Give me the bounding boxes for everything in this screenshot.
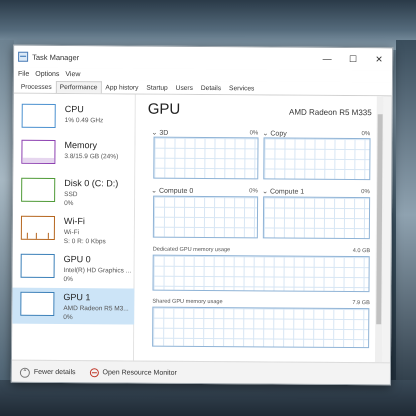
footer-bar: ⌃ Fewer details Open Resource Monitor xyxy=(11,359,392,386)
sidebar-item-disk[interactable]: Disk 0 (C: D:) SSD 0% xyxy=(13,174,135,211)
background-bottom xyxy=(0,380,416,416)
gpu-model-name: AMD Radeon R5 M335 xyxy=(288,107,372,118)
wifi-activity-spike xyxy=(35,232,37,239)
tab-details[interactable]: Details xyxy=(197,82,225,94)
engine-usage: 0% xyxy=(361,189,370,196)
sidebar-item-memory[interactable]: Memory 3.8/15.9 GB (24%) xyxy=(13,136,135,173)
chevron-up-icon[interactable]: ⌃ xyxy=(19,367,30,378)
graph-compute0 xyxy=(152,195,259,239)
shared-memory-max: 7.9 GB xyxy=(352,300,370,307)
sidebar-item-usage: 0% xyxy=(63,276,73,284)
task-manager-window: Task Manager — ☐ ✕ File Options View Pro… xyxy=(10,44,394,386)
sidebar-item-cpu[interactable]: CPU 1% 0.49 GHz xyxy=(14,100,136,137)
sidebar-item-detail: Intel(R) HD Graphics ... xyxy=(63,267,132,275)
tab-services[interactable]: Services xyxy=(225,82,258,94)
menu-file[interactable]: File xyxy=(18,70,29,77)
graph-compute1 xyxy=(262,196,371,240)
graph-shared-memory xyxy=(152,306,370,349)
wifi-activity-spike xyxy=(47,232,49,239)
sidebar-item-detail: SSD xyxy=(64,191,78,199)
sidebar-item-detail: AMD Radeon R5 M3... xyxy=(63,305,129,313)
scrollbar-thumb[interactable] xyxy=(376,114,383,325)
open-resource-monitor-link[interactable]: Open Resource Monitor xyxy=(103,369,177,377)
sidebar-item-usage: 0% xyxy=(64,200,74,208)
sidebar-item-throughput: S: 0 R: 0 Kbps xyxy=(63,238,106,246)
sidebar-item-detail: Wi-Fi xyxy=(63,229,80,237)
engine-selector-compute1[interactable]: ⌄ Compute 1 xyxy=(262,187,304,195)
sidebar-item-usage: 0% xyxy=(63,314,73,322)
gpu-detail-panel: GPU AMD Radeon R5 M335 ⌄ 3D 0% ⌄ Copy 0%… xyxy=(133,94,384,363)
gpu0-mini-graph xyxy=(20,253,55,278)
engine-label: Compute 0 xyxy=(158,187,194,195)
graph-copy xyxy=(263,137,371,181)
menu-view[interactable]: View xyxy=(65,71,80,78)
wifi-mini-graph xyxy=(20,215,55,240)
minimize-button[interactable]: — xyxy=(314,48,340,70)
menu-options[interactable]: Options xyxy=(35,70,59,77)
sidebar-item-gpu0[interactable]: GPU 0 Intel(R) HD Graphics ... 0% xyxy=(13,250,135,287)
page-title: GPU xyxy=(147,100,181,118)
tab-users[interactable]: Users xyxy=(172,82,197,94)
engine-label: Compute 1 xyxy=(269,188,305,196)
resource-sidebar: CPU 1% 0.49 GHz Memory 3.8/15.9 GB (24%)… xyxy=(11,93,136,361)
sidebar-item-detail: 3.8/15.9 GB (24%) xyxy=(64,153,119,161)
engine-usage: 0% xyxy=(361,131,371,138)
wifi-activity-spike xyxy=(26,232,28,239)
fewer-details-link[interactable]: Fewer details xyxy=(34,369,76,376)
engine-selector-copy[interactable]: ⌄ Copy xyxy=(263,129,287,137)
tab-startup[interactable]: Startup xyxy=(142,82,171,94)
graph-3d xyxy=(153,136,259,180)
cpu-mini-graph xyxy=(21,103,56,128)
engine-usage: 0% xyxy=(249,188,258,195)
dedicated-memory-label: Dedicated GPU memory usage xyxy=(152,246,231,254)
background-right xyxy=(396,40,416,390)
title-bar: Task Manager — ☐ ✕ xyxy=(14,45,393,71)
sidebar-item-name: Disk 0 (C: D:) xyxy=(64,178,119,189)
engine-selector-compute0[interactable]: ⌄ Compute 0 xyxy=(151,187,193,195)
sidebar-item-name: Wi-Fi xyxy=(63,216,85,227)
sidebar-item-name: CPU xyxy=(64,104,84,115)
window-title: Task Manager xyxy=(32,52,80,62)
memory-mini-graph xyxy=(21,139,56,164)
sidebar-item-detail: 1% 0.49 GHz xyxy=(64,117,104,125)
shared-memory-label: Shared GPU memory usage xyxy=(152,298,223,306)
background-top xyxy=(0,0,416,50)
engine-label: 3D xyxy=(159,129,169,137)
close-button[interactable]: ✕ xyxy=(366,48,392,70)
graph-dedicated-memory xyxy=(152,254,370,293)
tab-processes[interactable]: Processes xyxy=(17,81,56,93)
resource-monitor-icon xyxy=(89,368,99,378)
sidebar-item-wifi[interactable]: Wi-Fi Wi-Fi S: 0 R: 0 Kbps xyxy=(13,212,135,249)
engine-selector-3d[interactable]: ⌄ 3D xyxy=(152,129,169,137)
dedicated-memory-max: 4.0 GB xyxy=(352,248,371,255)
tab-performance[interactable]: Performance xyxy=(55,80,102,94)
task-manager-icon xyxy=(18,51,29,62)
maximize-button[interactable]: ☐ xyxy=(340,48,366,70)
vertical-scrollbar[interactable] xyxy=(374,96,384,363)
disk-mini-graph xyxy=(21,177,56,202)
performance-content: CPU 1% 0.49 GHz Memory 3.8/15.9 GB (24%)… xyxy=(11,93,393,363)
sidebar-item-gpu1[interactable]: GPU 1 AMD Radeon R5 M3... 0% xyxy=(12,287,135,325)
sidebar-item-name: GPU 1 xyxy=(63,292,91,303)
sidebar-item-name: Memory xyxy=(64,140,98,151)
engine-usage: 0% xyxy=(249,130,259,137)
sidebar-item-name: GPU 0 xyxy=(63,254,91,265)
gpu1-mini-graph xyxy=(20,291,55,316)
tab-app-history[interactable]: App history xyxy=(101,81,142,93)
